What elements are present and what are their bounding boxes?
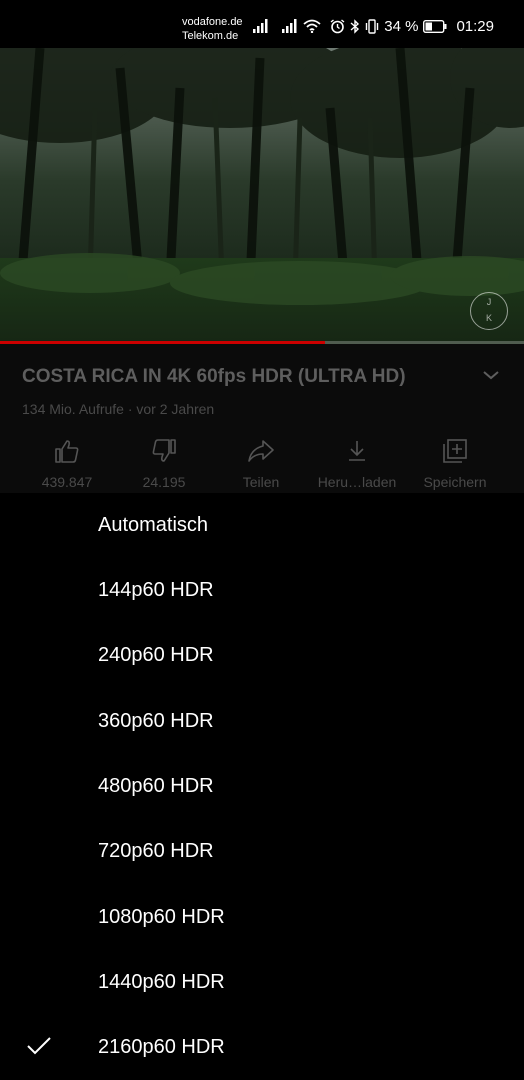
watermark-letter: J — [486, 297, 492, 307]
quality-label: 720p60 HDR — [98, 840, 214, 862]
video-title[interactable]: COSTA RICA IN 4K 60fps HDR (ULTRA HD) — [22, 366, 406, 388]
carrier-names: vodafone.de Telekom.de — [182, 15, 243, 43]
quality-option-144p[interactable]: 144p60 HDR — [0, 558, 524, 623]
save-label: Speichern — [423, 474, 487, 490]
dislike-icon — [114, 438, 214, 464]
save-button[interactable]: Speichern — [405, 438, 505, 490]
like-button[interactable]: 439.847 — [17, 438, 117, 490]
save-playlist-icon — [405, 438, 505, 464]
dislike-button[interactable]: 24.195 — [114, 438, 214, 490]
quality-option-360p[interactable]: 360p60 HDR — [0, 689, 524, 754]
action-bar: 439.847 24.195 Teilen Heru…laden Speiche… — [0, 438, 524, 498]
watermark-letter: K — [485, 313, 493, 323]
status-icons: 34 % 01:29 — [253, 15, 494, 37]
download-icon — [307, 438, 407, 464]
share-label: Teilen — [242, 474, 280, 490]
download-label: Heru…laden — [317, 474, 397, 490]
bluetooth-icon — [350, 18, 360, 34]
quality-label: 240p60 HDR — [98, 644, 214, 666]
quality-option-1080p[interactable]: 1080p60 HDR — [0, 885, 524, 950]
quality-label: 144p60 HDR — [98, 579, 214, 601]
quality-option-auto[interactable]: Automatisch — [0, 493, 524, 558]
quality-label: 360p60 HDR — [98, 710, 214, 732]
share-icon — [211, 438, 311, 464]
quality-menu: Automatisch 144p60 HDR 240p60 HDR 360p60… — [0, 493, 524, 1080]
status-bar: vodafone.de Telekom.de 34 % 01:29 — [0, 0, 524, 48]
dislike-count: 24.195 — [142, 474, 186, 490]
battery-icon — [423, 19, 447, 33]
carrier-1: vodafone.de — [182, 16, 243, 28]
quality-option-480p[interactable]: 480p60 HDR — [0, 754, 524, 819]
clock: 01:29 — [456, 17, 494, 35]
chevron-down-icon[interactable] — [482, 368, 500, 386]
quality-label: 1440p60 HDR — [98, 971, 225, 993]
carrier-2: Telekom.de — [182, 30, 239, 42]
alarm-icon — [330, 18, 345, 34]
vibrate-icon — [365, 18, 379, 34]
video-meta: 134 Mio. Aufrufe · vor 2 Jahren — [22, 401, 215, 417]
video-player[interactable]: J K — [0, 48, 524, 344]
quality-option-240p[interactable]: 240p60 HDR — [0, 623, 524, 688]
like-count: 439.847 — [41, 474, 93, 490]
quality-label: Automatisch — [98, 514, 209, 536]
wifi-icon — [303, 19, 321, 33]
signal-icon — [282, 19, 298, 33]
battery-percent: 34 % — [384, 17, 419, 35]
video-frame — [0, 48, 524, 344]
quality-label: 480p60 HDR — [98, 775, 214, 797]
quality-label: 2160p60 HDR — [98, 1036, 225, 1058]
share-button[interactable]: Teilen — [211, 438, 311, 490]
channel-watermark: J K — [470, 292, 508, 330]
quality-option-1440p[interactable]: 1440p60 HDR — [0, 950, 524, 1015]
download-button[interactable]: Heru…laden — [307, 438, 407, 490]
quality-option-720p[interactable]: 720p60 HDR — [0, 819, 524, 884]
video-info: COSTA RICA IN 4K 60fps HDR (ULTRA HD) 13… — [0, 344, 524, 504]
signal-icon — [253, 19, 269, 33]
quality-option-2160p[interactable]: 2160p60 HDR — [0, 1015, 524, 1080]
checkmark-icon — [26, 1035, 52, 1062]
like-icon — [17, 438, 117, 464]
quality-label: 1080p60 HDR — [98, 906, 225, 928]
